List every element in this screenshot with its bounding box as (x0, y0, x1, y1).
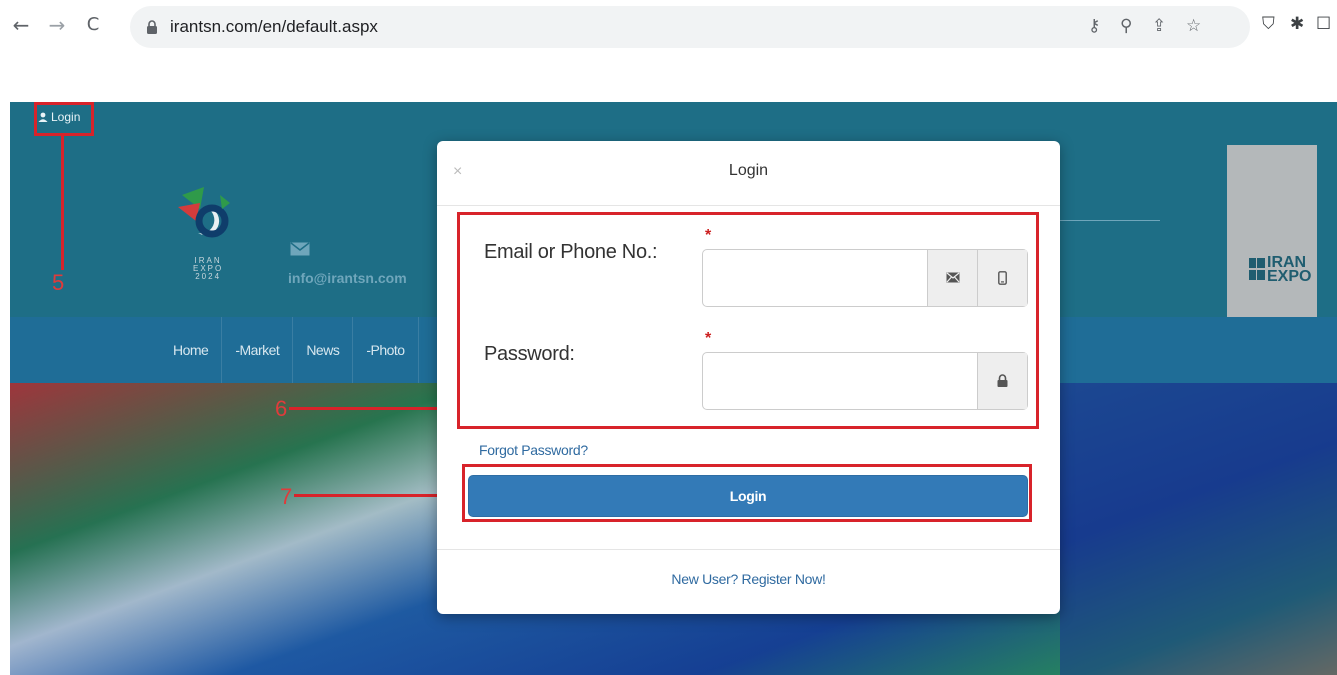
header-email-link[interactable]: info@irantsn.com (288, 270, 407, 286)
annotation-line-6 (289, 407, 457, 410)
key-icon[interactable]: ⚷ (1088, 16, 1100, 36)
puzzle-extension-icon[interactable]: ✱ (1290, 14, 1304, 34)
back-arrow-icon[interactable]: ← (8, 12, 34, 38)
register-link[interactable]: New User? Register Now! (437, 571, 1060, 587)
forward-arrow-icon[interactable]: → (44, 12, 70, 38)
star-icon[interactable]: ☆ (1186, 16, 1201, 36)
mail-icon (290, 242, 310, 256)
annotation-number-5: 5 (52, 270, 65, 295)
modal-title: Login (728, 162, 769, 179)
url-text[interactable]: irantsn.com/en/default.aspx (170, 17, 378, 37)
iranexpo-partner-logo[interactable]: IRAN EXPO (1227, 145, 1317, 322)
banner-pattern (1060, 383, 1337, 675)
address-bar[interactable]: irantsn.com/en/default.aspx ⚷ ⚲ ⇪ ☆ (130, 6, 1250, 48)
share-icon[interactable]: ⇪ (1152, 16, 1166, 36)
annotation-box-login-button (462, 464, 1032, 522)
nav-item-photo[interactable]: -Photo (353, 317, 419, 383)
annotation-number-7: 7 (280, 484, 293, 509)
nav-item-market[interactable]: -Market (222, 317, 294, 383)
iranexpo-mark-icon (1249, 258, 1265, 280)
nav-item-news[interactable]: News (293, 317, 354, 383)
modal-footer-divider (437, 549, 1060, 550)
modal-header-divider (437, 205, 1060, 206)
iranexpo-text: IRAN EXPO (1267, 254, 1312, 285)
shield-extension-icon[interactable]: ⛉ (1262, 14, 1275, 34)
annotation-box-login-link (34, 102, 94, 136)
window-icon[interactable]: ☐ (1316, 14, 1331, 34)
zoom-icon[interactable]: ⚲ (1120, 16, 1132, 36)
lock-icon (147, 20, 157, 34)
header-divider (1050, 220, 1160, 221)
forgot-password-link[interactable]: Forgot Password? (479, 442, 588, 458)
annotation-line-5 (61, 136, 64, 270)
annotation-box-credentials (457, 212, 1039, 429)
logo-text: IRAN EXPO 2024 (193, 256, 224, 281)
browser-toolbar: ← → C irantsn.com/en/default.aspx ⚷ ⚲ ⇪ … (0, 0, 1337, 58)
nav-item-home[interactable]: Home (160, 317, 223, 383)
reload-icon[interactable]: C (80, 12, 106, 38)
annotation-number-6: 6 (275, 396, 288, 421)
